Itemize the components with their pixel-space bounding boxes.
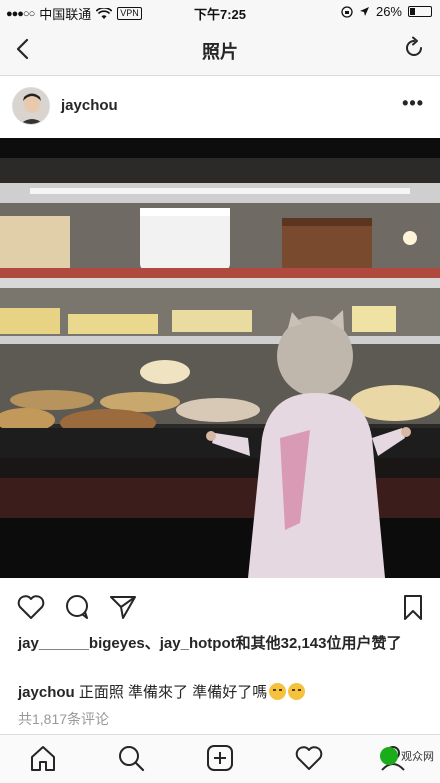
page-title: 照片 xyxy=(202,42,238,62)
nav-bar: 照片 xyxy=(0,24,440,76)
home-icon[interactable] xyxy=(28,743,58,773)
grin-emoji-icon xyxy=(288,683,306,700)
tab-bar: 观众网 xyxy=(0,734,440,783)
battery-icon xyxy=(408,6,432,17)
location-icon xyxy=(359,7,369,16)
post-actions xyxy=(0,590,440,626)
refresh-icon[interactable] xyxy=(402,36,426,60)
rotation-lock-icon xyxy=(341,5,353,18)
bookmark-icon[interactable] xyxy=(398,592,428,622)
bakery-display-image xyxy=(0,138,440,578)
post-photo xyxy=(0,138,440,578)
watermark-text: 观众网 xyxy=(401,751,434,763)
more-options-icon[interactable]: ••• xyxy=(402,93,424,114)
comment-icon[interactable] xyxy=(62,592,92,622)
watermark-logo-icon xyxy=(380,747,398,765)
battery-fill xyxy=(410,8,416,15)
avatar[interactable] xyxy=(12,87,50,125)
grin-emoji-icon xyxy=(269,683,287,700)
caption-text: 正面照 準備來了 準備好了嗎 xyxy=(74,684,268,701)
share-icon[interactable] xyxy=(108,592,138,622)
status-right: 26% xyxy=(341,4,432,19)
watermark: 观众网 xyxy=(380,747,434,765)
likes-text[interactable]: jay______bigeyes、jay_hotpot和其他32,143位用户赞… xyxy=(18,634,428,654)
activity-icon[interactable] xyxy=(294,743,324,773)
view-comments-link[interactable]: 共1,817条评论 xyxy=(18,709,109,729)
post-header: jaychou ••• xyxy=(0,77,440,137)
caption-username[interactable]: jaychou xyxy=(18,684,75,701)
add-icon[interactable] xyxy=(205,743,235,773)
post-username[interactable]: jaychou xyxy=(61,97,118,114)
heart-icon[interactable] xyxy=(16,592,46,622)
caption: jaychou 正面照 準備來了 準備好了嗎 xyxy=(18,683,428,703)
search-icon[interactable] xyxy=(116,743,146,773)
status-bar: ●●●○○ 中国联通 VPN 下午7:25 26% xyxy=(0,0,440,24)
battery-percent: 26% xyxy=(375,4,402,19)
